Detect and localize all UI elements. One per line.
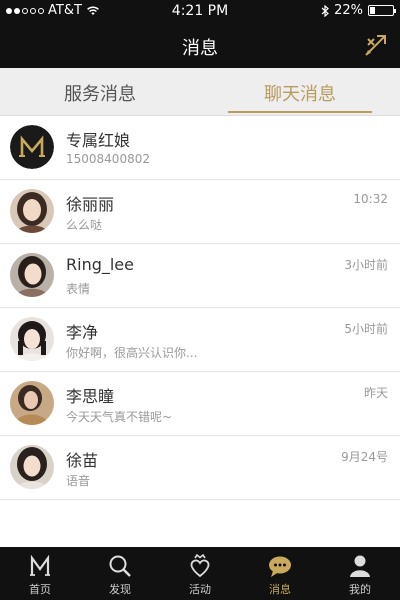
message-preview: 你好啊，很高兴认识你... — [66, 346, 198, 360]
bluetooth-icon — [321, 4, 330, 17]
contact-name: 专属红娘 — [66, 131, 131, 150]
battery-percent: 22% — [334, 3, 363, 18]
message-time: 5小时前 — [344, 322, 388, 336]
tab-label: 聊天消息 — [264, 84, 336, 105]
message-tabs: 服务消息 聊天消息 — [0, 68, 400, 116]
avatar — [10, 253, 54, 297]
contact-name: 徐苗 — [66, 451, 99, 470]
battery-area: 22% — [321, 3, 396, 18]
tab-discover[interactable]: 发现 — [80, 547, 160, 600]
contact-name: Ring_lee — [66, 255, 134, 274]
tab-chat-messages[interactable]: 聊天消息 — [200, 68, 400, 115]
avatar — [10, 317, 54, 361]
message-list: 专属红娘 15008400802 徐丽丽 么么哒 10:32 Ring_lee — [0, 116, 400, 500]
heart-crown-icon — [190, 553, 210, 578]
battery-icon — [368, 5, 396, 16]
tab-label: 首页 — [29, 583, 51, 596]
message-time: 昨天 — [363, 386, 388, 400]
search-icon — [109, 555, 131, 577]
message-preview: 15008400802 — [66, 152, 150, 166]
tab-messages[interactable]: 消息 — [240, 547, 320, 600]
nav-bar: 消息 — [0, 22, 400, 68]
page-title: 消息 — [182, 38, 218, 59]
contact-name: 李净 — [66, 323, 99, 342]
avatar — [10, 125, 54, 169]
active-tab-indicator — [228, 111, 372, 113]
profile-photo — [10, 253, 54, 297]
tab-label: 发现 — [109, 583, 131, 596]
profile-photo — [10, 445, 54, 489]
list-item[interactable]: 李净 你好啊，很高兴认识你... 5小时前 — [0, 308, 400, 372]
person-icon — [350, 555, 370, 577]
logo-m-icon — [30, 554, 50, 576]
matchmaker-logo-icon — [10, 125, 54, 169]
tab-label: 消息 — [269, 583, 291, 596]
list-item[interactable]: 李思瞳 今天天气真不错呢~ 昨天 — [0, 372, 400, 436]
list-item[interactable]: 徐丽丽 么么哒 10:32 — [0, 180, 400, 244]
bottom-tab-bar: 首页 发现 活动 消息 我的 — [0, 547, 400, 600]
list-item[interactable]: 徐苗 语音 9月24号 — [0, 436, 400, 500]
tab-label: 活动 — [189, 583, 211, 596]
message-preview: 今天天气真不错呢~ — [66, 410, 173, 424]
list-item[interactable]: 专属红娘 15008400802 — [0, 116, 400, 180]
status-bar: AT&T 4:21 PM 22% — [0, 0, 400, 22]
tab-activities[interactable]: 活动 — [160, 547, 240, 600]
avatar — [10, 189, 54, 233]
message-preview: 么么哒 — [66, 218, 103, 232]
profile-photo — [10, 381, 54, 425]
avatar — [10, 445, 54, 489]
tab-service-messages[interactable]: 服务消息 — [0, 68, 200, 115]
contact-name: 徐丽丽 — [66, 195, 115, 214]
contact-name: 李思瞳 — [66, 387, 115, 406]
message-time: 10:32 — [353, 192, 388, 206]
profile-photo — [10, 189, 54, 233]
message-preview: 语音 — [66, 474, 91, 488]
message-time: 9月24号 — [341, 450, 388, 464]
tab-home[interactable]: 首页 — [0, 547, 80, 600]
message-time: 3小时前 — [344, 258, 388, 272]
tab-label: 服务消息 — [64, 84, 136, 105]
avatar — [10, 381, 54, 425]
tab-profile[interactable]: 我的 — [320, 547, 400, 600]
no-match-icon[interactable] — [362, 31, 390, 59]
profile-photo — [10, 317, 54, 361]
chat-bubble-icon — [269, 556, 291, 577]
tab-label: 我的 — [349, 583, 371, 596]
list-item[interactable]: Ring_lee 表情 3小时前 — [0, 244, 400, 308]
message-preview: 表情 — [66, 282, 91, 296]
